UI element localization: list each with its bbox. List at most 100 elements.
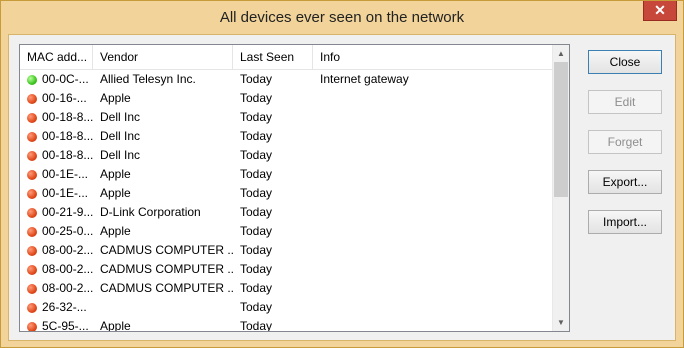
- window-title: All devices ever seen on the network: [219, 9, 465, 26]
- vendor-cell: Apple: [100, 224, 131, 238]
- window-close-button[interactable]: ✕: [643, 1, 677, 21]
- column-header-mac[interactable]: MAC add...: [20, 45, 93, 69]
- last-seen-cell: Today: [240, 300, 273, 314]
- status-offline-icon: [27, 226, 37, 237]
- status-offline-icon: [27, 131, 37, 142]
- last-seen-cell: Today: [240, 243, 273, 257]
- info-cell: [313, 279, 552, 298]
- status-online-icon: [27, 74, 37, 85]
- status-offline-icon: [27, 150, 37, 161]
- vendor-cell: Allied Telesyn Inc.: [100, 72, 196, 86]
- mac-address: 00-1E-...: [42, 186, 89, 200]
- mac-cell: 00-16-...: [20, 89, 93, 108]
- info-cell: Internet gateway: [320, 72, 409, 86]
- forget-button[interactable]: Forget: [588, 130, 662, 154]
- mac-address: 00-18-8...: [42, 148, 93, 162]
- info-cell: [313, 260, 552, 279]
- status-offline-icon: [27, 245, 37, 256]
- column-header-last-seen[interactable]: Last Seen: [233, 45, 313, 69]
- vendor-cell: D-Link Corporation: [100, 205, 201, 219]
- status-offline-icon: [27, 112, 37, 123]
- list-rows: 00-0C-... Allied Telesyn Inc. Today Interne…: [20, 70, 552, 332]
- last-seen-cell: Today: [240, 186, 273, 200]
- mac-cell: 00-1E-...: [20, 165, 93, 184]
- last-seen-cell: Today: [240, 72, 273, 86]
- status-offline-icon: [27, 283, 37, 294]
- last-seen-cell: Today: [240, 224, 273, 238]
- devices-window: All devices ever seen on the network ✕ M…: [0, 0, 684, 348]
- status-offline-icon: [27, 302, 37, 313]
- last-seen-cell: Today: [240, 129, 273, 143]
- last-seen-cell: Today: [240, 205, 273, 219]
- import-button[interactable]: Import...: [588, 210, 662, 234]
- table-row[interactable]: 00-16-... Apple Today: [20, 89, 552, 108]
- title-bar[interactable]: All devices ever seen on the network: [1, 1, 683, 34]
- table-row[interactable]: 08-00-2... CADMUS COMPUTER ... Today: [20, 241, 552, 260]
- edit-button[interactable]: Edit: [588, 90, 662, 114]
- mac-cell: 00-18-8...: [20, 127, 93, 146]
- mac-address: 08-00-2...: [42, 243, 93, 257]
- vendor-cell: Apple: [100, 319, 131, 332]
- close-button[interactable]: Close: [588, 50, 662, 74]
- mac-address: 00-21-9...: [42, 205, 93, 219]
- vendor-cell: Dell Inc: [100, 148, 141, 162]
- mac-address: 00-0C-...: [42, 72, 89, 86]
- vendor-cell: CADMUS COMPUTER ...: [100, 281, 233, 295]
- column-header-info[interactable]: Info: [313, 45, 552, 69]
- dialog-body: MAC add... Vendor Last Seen Info 00-0C-.…: [8, 34, 676, 341]
- last-seen-cell: Today: [240, 167, 273, 181]
- mac-address: 00-1E-...: [42, 167, 89, 181]
- table-row[interactable]: 00-21-9... D-Link Corporation Today: [20, 203, 552, 222]
- status-offline-icon: [27, 93, 37, 104]
- vendor-cell: Apple: [100, 91, 131, 105]
- mac-cell: 00-21-9...: [20, 203, 93, 222]
- mac-cell: 08-00-2...: [20, 279, 93, 298]
- mac-cell: 00-25-0...: [20, 222, 93, 241]
- info-cell: [313, 89, 552, 108]
- mac-address: 00-18-8...: [42, 110, 93, 124]
- mac-address: 26-32-...: [42, 300, 87, 314]
- table-row[interactable]: 00-0C-... Allied Telesyn Inc. Today Interne…: [20, 70, 552, 89]
- last-seen-cell: Today: [240, 281, 273, 295]
- mac-cell: 08-00-2...: [20, 260, 93, 279]
- vendor-cell: Apple: [100, 167, 131, 181]
- table-row[interactable]: 00-18-8... Dell Inc Today: [20, 127, 552, 146]
- list-header: MAC add... Vendor Last Seen Info: [20, 45, 552, 70]
- vendor-cell: CADMUS COMPUTER ...: [100, 243, 233, 257]
- table-row[interactable]: 26-32-... Today: [20, 298, 552, 317]
- mac-address: 08-00-2...: [42, 281, 93, 295]
- mac-address: 00-16-...: [42, 91, 87, 105]
- last-seen-cell: Today: [240, 262, 273, 276]
- info-cell: [313, 203, 552, 222]
- scroll-down-icon[interactable]: ▼: [553, 314, 569, 331]
- last-seen-cell: Today: [240, 148, 273, 162]
- table-row[interactable]: 00-1E-... Apple Today: [20, 165, 552, 184]
- mac-cell: 00-18-8...: [20, 108, 93, 127]
- vendor-cell: Dell Inc: [100, 129, 141, 143]
- mac-address: 5C-95-...: [42, 319, 89, 332]
- vendor-cell: Apple: [100, 186, 131, 200]
- info-cell: [313, 241, 552, 260]
- last-seen-cell: Today: [240, 319, 273, 332]
- table-row[interactable]: 08-00-2... CADMUS COMPUTER ... Today: [20, 279, 552, 298]
- device-list[interactable]: MAC add... Vendor Last Seen Info 00-0C-.…: [19, 44, 570, 332]
- table-row[interactable]: 00-25-0... Apple Today: [20, 222, 552, 241]
- table-row[interactable]: 00-18-8... Dell Inc Today: [20, 108, 552, 127]
- vertical-scrollbar[interactable]: ▲ ▼: [552, 45, 569, 331]
- table-row[interactable]: 00-18-8... Dell Inc Today: [20, 146, 552, 165]
- scroll-up-icon[interactable]: ▲: [553, 45, 569, 62]
- export-button[interactable]: Export...: [588, 170, 662, 194]
- scroll-thumb[interactable]: [554, 62, 568, 197]
- mac-cell: 26-32-...: [20, 298, 93, 317]
- status-offline-icon: [27, 188, 37, 199]
- info-cell: [313, 298, 552, 317]
- status-offline-icon: [27, 264, 37, 275]
- vendor-cell: CADMUS COMPUTER ...: [100, 262, 233, 276]
- mac-address: 08-00-2...: [42, 262, 93, 276]
- mac-cell: 00-0C-...: [20, 70, 93, 89]
- mac-cell: 00-1E-...: [20, 184, 93, 203]
- table-row[interactable]: 08-00-2... CADMUS COMPUTER ... Today: [20, 260, 552, 279]
- table-row[interactable]: 5C-95-... Apple Today: [20, 317, 552, 332]
- table-row[interactable]: 00-1E-... Apple Today: [20, 184, 552, 203]
- column-header-vendor[interactable]: Vendor: [93, 45, 233, 69]
